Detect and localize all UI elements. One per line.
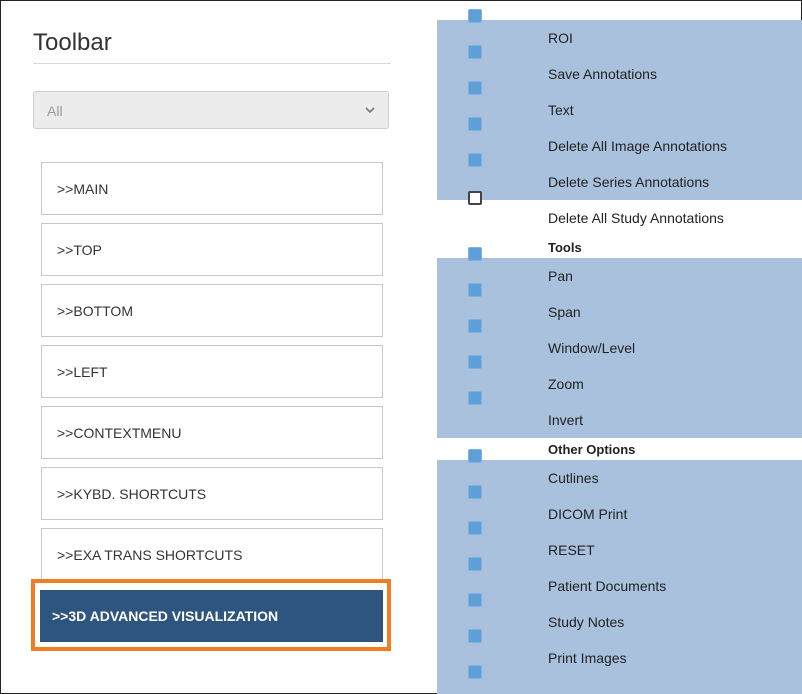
option-label: Window/Level: [548, 340, 636, 356]
option-label: Text: [548, 102, 574, 118]
option-row[interactable]: Delete All Study Annotations: [437, 191, 802, 236]
nav-item-label: >>CONTEXTMENU: [57, 425, 182, 441]
section-header-label: Tools: [548, 240, 582, 255]
option-row[interactable]: Window/Level: [437, 319, 802, 366]
option-row[interactable]: DICOM Print: [437, 485, 802, 532]
nav-item-main[interactable]: >>MAIN: [41, 162, 383, 215]
checkbox-checked[interactable]: [468, 117, 482, 131]
option-label: RESET: [548, 542, 595, 558]
nav-item-label: >>MAIN: [57, 181, 109, 197]
nav-item-3d-advanced-visualization[interactable]: >>3D ADVANCED VISUALIZATION: [40, 590, 383, 642]
nav-item-exa-trans-shortcuts[interactable]: >>EXA TRANS SHORTCUTS: [41, 528, 383, 581]
nav-item-label: >>LEFT: [57, 364, 108, 380]
checkbox-checked[interactable]: [468, 629, 482, 643]
checkbox-checked[interactable]: [468, 45, 482, 59]
option-label: Study Notes: [548, 614, 625, 630]
option-label: Invert: [548, 412, 584, 428]
nav-item-bottom[interactable]: >>BOTTOM: [41, 284, 383, 337]
option-row[interactable]: Save Annotations: [437, 45, 802, 92]
checkbox-unchecked[interactable]: [468, 191, 482, 205]
option-row[interactable]: Delete Series Annotations: [437, 153, 802, 200]
nav-item-label: >>KYBD. SHORTCUTS: [57, 486, 207, 502]
filter-select[interactable]: All: [33, 91, 389, 129]
option-row[interactable]: Print Images: [437, 629, 802, 676]
option-label: Zoom: [548, 376, 584, 392]
nav-item-kybd-shortcuts[interactable]: >>KYBD. SHORTCUTS: [41, 467, 383, 520]
option-row[interactable]: ROI: [437, 9, 802, 56]
checkbox-checked[interactable]: [468, 283, 482, 297]
option-row[interactable]: RESET: [437, 521, 802, 568]
option-label: Delete Series Annotations: [548, 174, 710, 190]
chevron-down-icon: [365, 107, 375, 114]
nav-item-label: >>EXA TRANS SHORTCUTS: [57, 547, 243, 563]
option-label: DICOM Print: [548, 506, 628, 522]
option-row[interactable]: Span: [437, 283, 802, 330]
option-row-partial: [437, 665, 802, 694]
checkbox-checked[interactable]: [468, 9, 482, 23]
option-row[interactable]: Text: [437, 81, 802, 128]
nav-item-top[interactable]: >>TOP: [41, 223, 383, 276]
option-label: Span: [548, 304, 581, 320]
checkbox-checked[interactable]: [468, 153, 482, 167]
option-row[interactable]: Patient Documents: [437, 557, 802, 604]
option-row[interactable]: Delete All Image Annotations: [437, 117, 802, 164]
option-row[interactable]: Invert: [437, 391, 802, 438]
options-list: ROI Save Annotations Text Delete All Image …: [437, 0, 802, 694]
option-label: Print Images: [548, 650, 627, 666]
checkbox-checked[interactable]: [468, 521, 482, 535]
option-label: Save Annotations: [548, 66, 657, 82]
option-row[interactable]: Cutlines: [437, 449, 802, 496]
checkbox-checked[interactable]: [468, 247, 482, 261]
option-label: Cutlines: [548, 470, 599, 486]
active-item-highlight: >>3D ADVANCED VISUALIZATION: [31, 579, 391, 651]
checkbox-checked[interactable]: [468, 319, 482, 333]
filter-select-value: All: [47, 103, 63, 119]
option-label: Patient Documents: [548, 578, 667, 594]
checkbox-checked[interactable]: [468, 665, 482, 679]
title-divider: [33, 63, 391, 64]
nav-item-label: >>TOP: [57, 242, 102, 258]
checkbox-checked[interactable]: [468, 81, 482, 95]
option-row[interactable]: Zoom: [437, 355, 802, 402]
nav-item-contextmenu[interactable]: >>CONTEXTMENU: [41, 406, 383, 459]
checkbox-checked[interactable]: [468, 485, 482, 499]
checkbox-checked[interactable]: [468, 391, 482, 405]
option-label: ROI: [548, 30, 573, 46]
toolbar-title: Toolbar: [33, 29, 112, 56]
checkbox-checked[interactable]: [468, 593, 482, 607]
option-label: Delete All Image Annotations: [548, 138, 728, 154]
section-header: Tools: [437, 236, 802, 258]
checkbox-checked[interactable]: [468, 449, 482, 463]
option-label: Delete All Study Annotations: [548, 210, 724, 226]
option-row[interactable]: Study Notes: [437, 593, 802, 640]
nav-item-left[interactable]: >>LEFT: [41, 345, 383, 398]
checkbox-checked[interactable]: [468, 355, 482, 369]
section-header-label: Other Options: [548, 442, 636, 457]
nav-item-label: >>3D ADVANCED VISUALIZATION: [52, 608, 279, 624]
option-row[interactable]: Pan: [437, 247, 802, 294]
checkbox-checked[interactable]: [468, 557, 482, 571]
nav-item-label: >>BOTTOM: [57, 303, 133, 319]
section-header: Other Options: [437, 438, 802, 460]
option-label: Pan: [548, 268, 573, 284]
